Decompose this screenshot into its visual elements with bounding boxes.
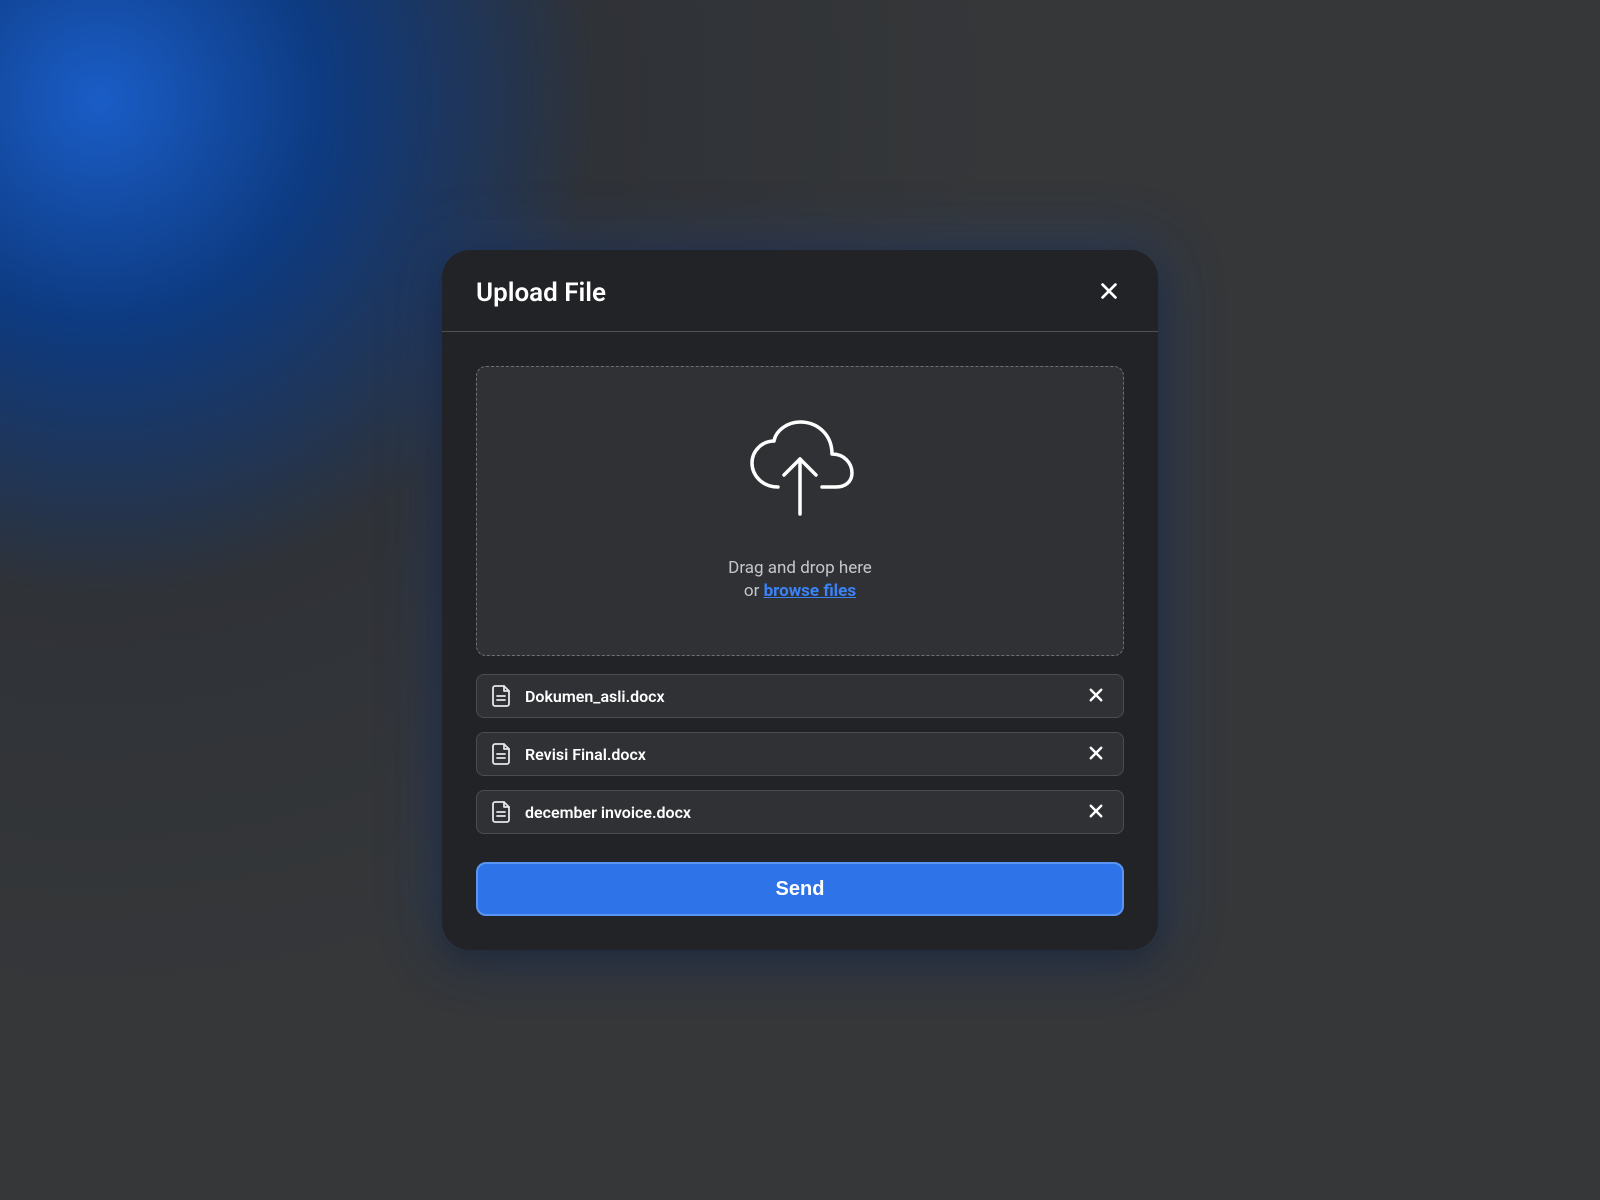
or-text: or: [744, 581, 764, 601]
file-row: Revisi Final.docx: [476, 732, 1124, 776]
drag-text: Drag and drop here: [728, 558, 872, 578]
close-icon: [1087, 686, 1105, 707]
file-row: december invoice.docx: [476, 790, 1124, 834]
remove-file-button[interactable]: [1083, 682, 1109, 711]
send-button[interactable]: Send: [476, 862, 1124, 916]
file-name: december invoice.docx: [525, 803, 1083, 822]
file-icon: [491, 801, 511, 823]
close-icon: [1087, 744, 1105, 765]
modal-header: Upload File: [442, 250, 1158, 332]
file-list: Dokumen_asli.docx: [476, 674, 1124, 834]
remove-file-button[interactable]: [1083, 798, 1109, 827]
modal-title: Upload File: [476, 278, 606, 308]
close-button[interactable]: [1094, 276, 1124, 309]
browse-files-link[interactable]: browse files: [764, 581, 857, 601]
upload-modal: Upload File Drag and drop here or b: [442, 250, 1158, 950]
file-icon: [491, 685, 511, 707]
dropzone[interactable]: Drag and drop here or browse files: [476, 366, 1124, 656]
modal-body: Drag and drop here or browse files Dokum…: [442, 332, 1158, 916]
dropzone-text: Drag and drop here or browse files: [728, 557, 872, 603]
close-icon: [1098, 280, 1120, 305]
remove-file-button[interactable]: [1083, 740, 1109, 769]
file-name: Dokumen_asli.docx: [525, 687, 1083, 706]
close-icon: [1087, 802, 1105, 823]
file-icon: [491, 743, 511, 765]
file-name: Revisi Final.docx: [525, 745, 1083, 764]
cloud-upload-icon: [740, 419, 860, 533]
file-row: Dokumen_asli.docx: [476, 674, 1124, 718]
